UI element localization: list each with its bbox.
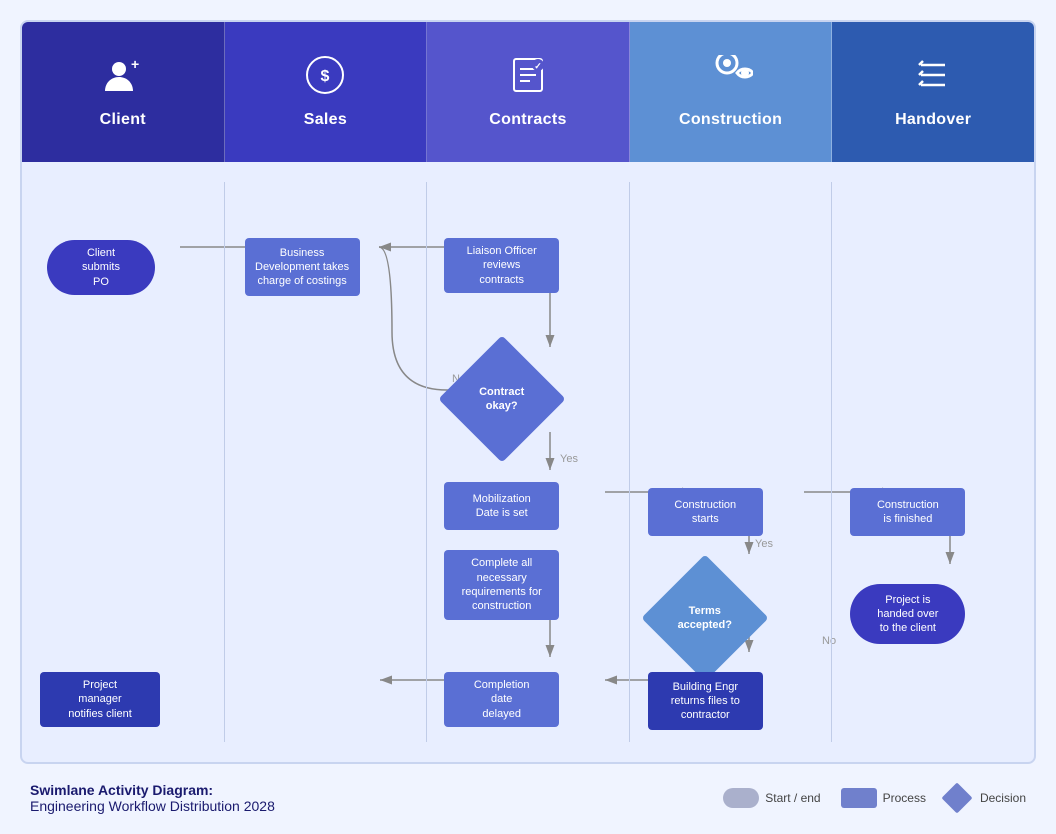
svg-text:+: + bbox=[131, 56, 139, 72]
headers-row: + Client $ Sales bbox=[22, 22, 1034, 162]
contract-okay-diamond bbox=[438, 335, 565, 462]
client-submits-box: Client submits PO bbox=[47, 240, 155, 295]
legend-rect-shape bbox=[841, 788, 877, 808]
completion-delayed-box: Completion date delayed bbox=[444, 672, 559, 727]
lane-client-content: Client submits PO Project manager notifi… bbox=[22, 182, 224, 742]
svg-text:✓: ✓ bbox=[534, 61, 542, 71]
header-contracts: ✓ Contracts bbox=[427, 22, 630, 162]
building-engr-box: Building Engr returns files to contracto… bbox=[648, 672, 763, 730]
construction-starts-box: Construction starts bbox=[648, 488, 763, 536]
legend-process-label: Process bbox=[883, 791, 926, 805]
legend-decision: Decision bbox=[946, 787, 1026, 809]
liaison-officer-box: Liaison Officer reviews contracts bbox=[444, 238, 559, 293]
complete-reqs-box: Complete all necessary requirements for … bbox=[444, 550, 559, 620]
legend-start-end: Start / end bbox=[723, 788, 820, 808]
mobilization-box: Mobilization Date is set bbox=[444, 482, 559, 530]
header-sales: $ Sales bbox=[225, 22, 428, 162]
lane-sales: Business Development takes charge of cos… bbox=[225, 182, 428, 742]
lane-contracts: Liaison Officer reviews contracts Contra… bbox=[427, 182, 630, 742]
header-contracts-label: Contracts bbox=[489, 111, 566, 129]
header-client: + Client bbox=[22, 22, 225, 162]
project-manager-box: Project manager notifies client bbox=[40, 672, 160, 727]
footer-title-bold: Swimlane Activity Diagram: bbox=[30, 782, 213, 798]
footer-title-normal: Engineering Workflow Distribution 2028 bbox=[30, 798, 275, 814]
lane-handover: Construction is finished Project is hand… bbox=[832, 182, 1034, 742]
handover-icon bbox=[913, 55, 953, 103]
diagram-wrapper: + Client $ Sales bbox=[0, 0, 1056, 834]
terms-accepted-wrapper: Terms accepted? bbox=[650, 574, 760, 662]
svg-text:$: $ bbox=[321, 68, 330, 85]
construction-icon bbox=[709, 55, 753, 103]
lanes-body: No Yes Yes No Client submits PO bbox=[22, 162, 1034, 762]
legend-process: Process bbox=[841, 788, 926, 808]
footer-title: Swimlane Activity Diagram: Engineering W… bbox=[30, 782, 275, 814]
legend-stadium-shape bbox=[723, 788, 759, 808]
lane-construction-content: Construction starts Terms accepted? Buil… bbox=[630, 182, 832, 742]
legend: Start / end Process Decision bbox=[723, 787, 1026, 809]
legend-start-end-label: Start / end bbox=[765, 791, 820, 805]
legend-decision-label: Decision bbox=[980, 791, 1026, 805]
header-sales-label: Sales bbox=[304, 111, 347, 129]
contract-okay-wrapper: Contract okay? bbox=[444, 354, 559, 444]
header-client-label: Client bbox=[100, 111, 146, 129]
header-handover: Handover bbox=[832, 22, 1034, 162]
lane-construction: Construction starts Terms accepted? Buil… bbox=[630, 182, 833, 742]
footer: Swimlane Activity Diagram: Engineering W… bbox=[20, 782, 1036, 814]
client-icon: + bbox=[103, 55, 143, 103]
legend-diamond-shape bbox=[941, 782, 972, 813]
header-construction: Construction bbox=[630, 22, 833, 162]
biz-dev-box: Business Development takes charge of cos… bbox=[245, 238, 360, 296]
lane-handover-content: Construction is finished Project is hand… bbox=[832, 182, 1034, 742]
contracts-icon: ✓ bbox=[510, 55, 546, 103]
project-handover-box: Project is handed over to the client bbox=[850, 584, 965, 644]
header-handover-label: Handover bbox=[895, 111, 971, 129]
lane-contracts-content: Liaison Officer reviews contracts Contra… bbox=[427, 182, 629, 742]
terms-accepted-diamond bbox=[641, 554, 768, 681]
sales-icon: $ bbox=[305, 55, 345, 103]
header-construction-label: Construction bbox=[679, 111, 782, 129]
lane-sales-content: Business Development takes charge of cos… bbox=[225, 182, 427, 742]
swimlane-container: + Client $ Sales bbox=[20, 20, 1036, 764]
construction-finished-box: Construction is finished bbox=[850, 488, 965, 536]
lane-client: Client submits PO Project manager notifi… bbox=[22, 182, 225, 742]
